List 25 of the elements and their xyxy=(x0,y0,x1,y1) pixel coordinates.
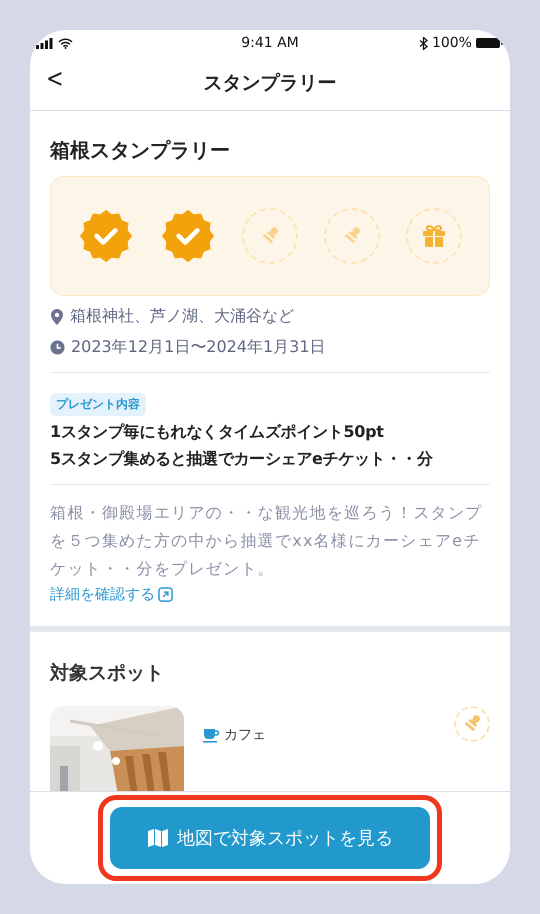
section-title: 対象スポット xyxy=(50,661,165,686)
present-tag: プレゼント内容 xyxy=(50,393,146,416)
battery-percent: 100% xyxy=(432,35,472,51)
category-label: カフェ xyxy=(224,726,266,744)
bluetooth-icon xyxy=(418,36,428,50)
map-button[interactable]: 地図で対象スポットを見る xyxy=(110,807,430,869)
gift-icon xyxy=(421,223,447,249)
battery-icon xyxy=(476,37,504,49)
present-text: 5スタンプ集めると抽選でカーシェアeチケット・・分 xyxy=(50,449,434,470)
description-text: 箱根・御殿場エリアの・・な観光地を巡ろう！スタンプを５つ集めた方の中から抽選でxx名様にカーシェアeチケット・・分をプレゼント。 xyxy=(50,502,484,580)
detail-link[interactable]: 詳細を確認する xyxy=(50,585,173,604)
page-title: スタンプラリー xyxy=(204,71,336,96)
wifi-icon xyxy=(58,38,73,48)
clock-icon xyxy=(50,340,65,355)
present-text: 1スタンプ毎にもれなくタイムズポイント50pt xyxy=(50,422,385,443)
location-text: 箱根神社、芦ノ湖、大涌谷など xyxy=(70,306,294,327)
back-button[interactable]: < xyxy=(41,64,68,94)
signal-icon xyxy=(36,38,54,48)
map-icon xyxy=(147,828,169,848)
rally-title: 箱根スタンプラリー xyxy=(50,137,231,164)
status-time: 9:41 AM xyxy=(241,35,299,51)
cup-icon xyxy=(202,726,220,744)
period-text: 2023年12月1日〜2024年1月31日 xyxy=(71,337,326,358)
location-pin-icon xyxy=(50,308,64,324)
external-link-icon xyxy=(158,587,173,602)
